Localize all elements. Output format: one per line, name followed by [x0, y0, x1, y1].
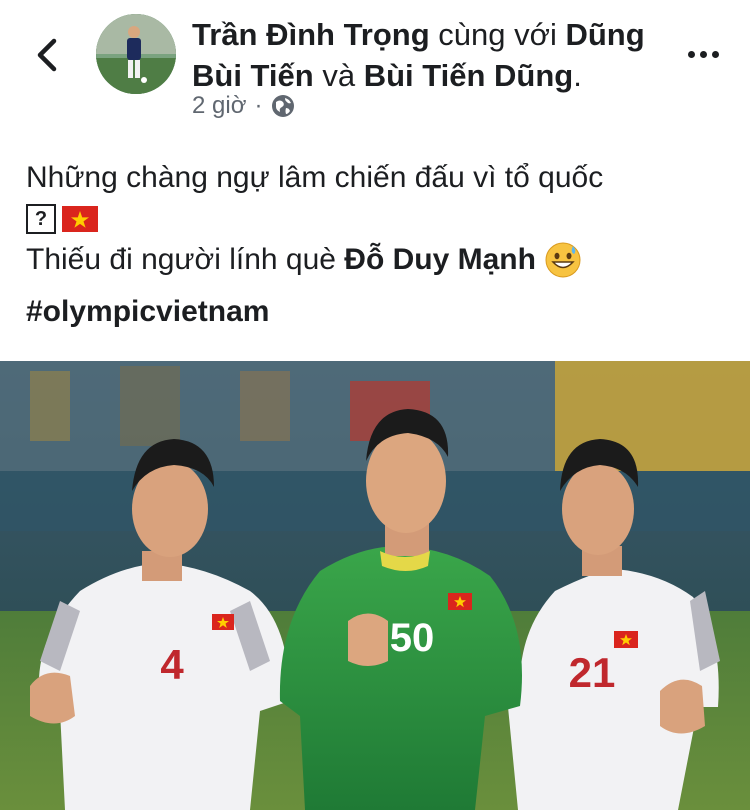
post-meta: 2 giờ · — [192, 92, 296, 120]
chevron-left-icon — [37, 38, 57, 72]
post-text-1: Những chàng ngự lâm chiến đấu vì tổ quốc — [26, 161, 604, 194]
more-dot-icon — [687, 50, 695, 58]
post-time[interactable]: 2 giờ — [192, 92, 246, 120]
avatar-image — [96, 14, 176, 94]
more-dot-icon — [699, 50, 707, 58]
team-photo: 4 50 21 — [0, 361, 750, 810]
more-dot-icon — [711, 50, 719, 58]
tagged-user-2[interactable]: Bùi Tiến Dũng — [364, 58, 574, 93]
unknown-glyph-icon: ? — [26, 204, 56, 234]
avatar[interactable] — [96, 14, 176, 94]
grinning-sweat-emoji-icon — [545, 242, 581, 278]
more-options-button[interactable] — [680, 34, 726, 74]
back-button[interactable] — [22, 30, 72, 80]
post-text-line-2: ? — [26, 204, 726, 234]
meta-separator: · — [254, 92, 263, 119]
post-photo[interactable]: 4 50 21 — [0, 361, 750, 810]
post-body: Những chàng ngự lâm chiến đấu vì tổ quốc… — [26, 152, 726, 338]
hashtag-link[interactable]: #olympicvietnam — [26, 286, 269, 338]
author-line: Trần Đình Trọng cùng với Dũng Bùi Tiến v… — [192, 14, 672, 96]
and-text: và — [322, 58, 356, 93]
author-name[interactable]: Trần Đình Trọng — [192, 17, 430, 52]
period: . — [573, 58, 582, 93]
globe-icon — [272, 95, 295, 117]
with-text: cùng với — [438, 17, 557, 52]
post-text-3: Thiếu đi người lính què — [26, 243, 345, 276]
vietnam-flag-icon — [62, 206, 98, 232]
jersey-number-right: 21 — [569, 649, 616, 696]
post-text-line-1: Những chàng ngự lâm chiến đấu vì tổ quốc — [26, 152, 726, 204]
jersey-number-left: 4 — [160, 641, 184, 688]
jersey-number-middle: 50 — [390, 616, 435, 660]
post-text-line-3: Thiếu đi người lính què Đỗ Duy Mạnh — [26, 234, 726, 286]
tagged-user-3[interactable]: Đỗ Duy Mạnh — [344, 234, 536, 286]
post-header: Trần Đình Trọng cùng với Dũng Bùi Tiến v… — [0, 0, 750, 140]
post-text-line-4: #olympicvietnam — [26, 286, 726, 338]
